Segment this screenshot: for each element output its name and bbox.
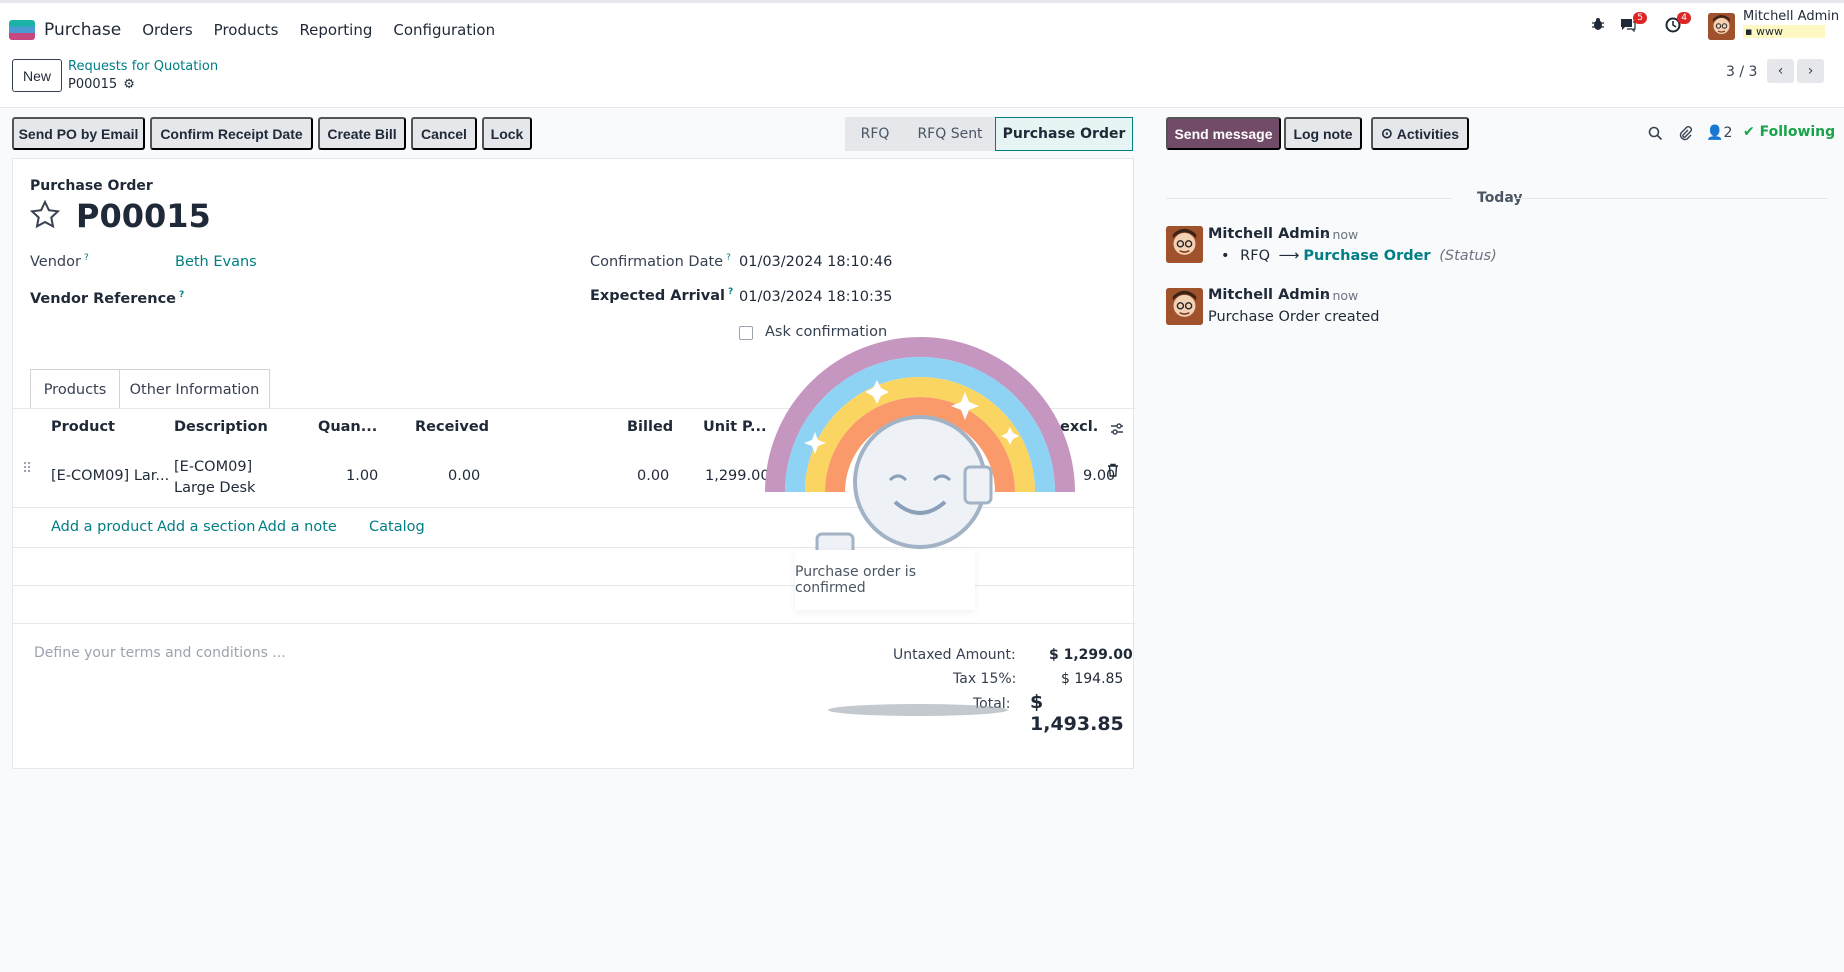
confirmation-date-field[interactable]: 01/03/2024 18:10:46 — [739, 254, 892, 270]
drag-handle-icon[interactable]: ⠿ — [22, 461, 32, 477]
gear-icon[interactable]: ⚙ — [123, 77, 135, 92]
terms-conditions-field[interactable]: Define your terms and conditions ... — [34, 645, 286, 661]
divider — [1166, 198, 1452, 199]
ask-confirmation-checkbox[interactable] — [739, 326, 753, 340]
avatar[interactable] — [1166, 288, 1203, 325]
doc-type-label: Purchase Order — [30, 178, 153, 194]
user-menu[interactable]: Mitchell Admin ▪ www — [1743, 9, 1839, 38]
line-received[interactable]: 0.00 — [448, 468, 480, 484]
line-billed[interactable]: 0.00 — [637, 468, 669, 484]
cancel-button[interactable]: Cancel — [411, 117, 477, 150]
activities-button[interactable]: ⊙ Activities — [1371, 117, 1469, 150]
avatar[interactable] — [1166, 226, 1203, 263]
breadcrumb-parent[interactable]: Requests for Quotation — [68, 59, 218, 74]
rainbow-effect[interactable]: Purchase order is confirmed — [765, 332, 1075, 632]
total-value: $ 1,493.85 — [1030, 691, 1124, 735]
user-icon: 👤 — [1706, 125, 1724, 141]
vendor-label: Vendor? — [30, 253, 89, 270]
pager-previous-button[interactable]: ‹ — [1767, 59, 1794, 83]
line-quantity[interactable]: 1.00 — [346, 468, 378, 484]
rainbow-icon — [765, 337, 1075, 549]
menu-products[interactable]: Products — [214, 21, 279, 39]
search-icon[interactable] — [1648, 126, 1663, 145]
following-button[interactable]: ✔ Following — [1743, 124, 1835, 140]
line-product[interactable]: [E-COM09] Lar... — [51, 468, 169, 484]
confirm-receipt-date-button[interactable]: Confirm Receipt Date — [150, 117, 313, 150]
tracking-value: • RFQ ⟶ Purchase Order (Status) — [1221, 248, 1497, 264]
favorite-star-icon[interactable] — [29, 199, 61, 235]
log-note-button[interactable]: Log note — [1284, 117, 1362, 150]
top-navbar: Purchase Orders Products Reporting Confi… — [0, 0, 1844, 56]
tax-value: $ 194.85 — [1061, 671, 1124, 687]
col-unit-price[interactable]: Unit P... — [703, 419, 767, 435]
menu-orders[interactable]: Orders — [142, 21, 192, 39]
message-author[interactable]: Mitchell Admin — [1208, 226, 1330, 242]
col-billed[interactable]: Billed — [627, 419, 673, 435]
control-panel: New Requests for Quotation P00015 ⚙ 3 / 3… — [0, 56, 1844, 108]
tab-products[interactable]: Products — [30, 369, 120, 409]
stage-rfq[interactable]: RFQ — [845, 117, 905, 151]
untaxed-amount-label: Untaxed Amount: — [893, 647, 1016, 663]
divider — [1516, 198, 1828, 199]
app-logo-icon[interactable] — [9, 19, 35, 40]
expected-arrival-label: Expected Arrival? — [590, 287, 734, 304]
col-received[interactable]: Received — [415, 419, 489, 435]
create-bill-button[interactable]: Create Bill — [318, 117, 406, 150]
line-description-name[interactable]: Large Desk — [174, 480, 255, 496]
tax-label: Tax 15%: — [953, 671, 1017, 687]
vendor-reference-field[interactable] — [175, 287, 555, 309]
rainbow-message: Purchase order is confirmed — [795, 550, 975, 610]
pager-value[interactable]: 3 / 3 — [1726, 64, 1757, 80]
message-author[interactable]: Mitchell Admin — [1208, 287, 1330, 303]
confirmation-date-label: Confirmation Date? — [590, 253, 731, 270]
message-time: - now — [1324, 288, 1359, 303]
app-name[interactable]: Purchase — [44, 20, 121, 40]
pager-next-button[interactable]: › — [1797, 59, 1824, 83]
line-description-code[interactable]: [E-COM09] — [174, 459, 252, 475]
check-icon: ✔ — [1743, 124, 1755, 140]
stage-rfq-sent[interactable]: RFQ Sent — [905, 117, 995, 151]
expected-arrival-field[interactable]: 01/03/2024 18:10:35 — [739, 289, 892, 305]
breadcrumb-current: P00015 ⚙ — [68, 77, 135, 92]
lock-button[interactable]: Lock — [482, 117, 532, 150]
clock-icon: ⊙ — [1381, 125, 1393, 141]
message-time: - now — [1324, 227, 1359, 242]
tab-other-information[interactable]: Other Information — [119, 369, 270, 409]
debug-bug-icon[interactable] — [1591, 17, 1605, 35]
messages-icon[interactable]: 5 — [1619, 12, 1647, 36]
catalog-link[interactable]: Catalog — [369, 519, 425, 535]
rainbow-shadow — [828, 704, 1008, 716]
add-product-link[interactable]: Add a product — [51, 519, 153, 535]
send-message-button[interactable]: Send message — [1166, 117, 1281, 150]
new-button[interactable]: New — [12, 59, 62, 92]
user-avatar[interactable] — [1708, 13, 1735, 40]
col-product[interactable]: Product — [51, 419, 115, 435]
line-unit-price[interactable]: 1,299.00 — [705, 468, 770, 484]
messages-badge: 5 — [1633, 12, 1647, 24]
stage-purchase-order[interactable]: Purchase Order — [995, 117, 1133, 151]
col-description[interactable]: Description — [174, 419, 268, 435]
menu-configuration[interactable]: Configuration — [393, 21, 495, 39]
record-name: P00015 — [76, 197, 211, 235]
activities-badge: 4 — [1677, 12, 1691, 24]
menu-reporting[interactable]: Reporting — [299, 21, 372, 39]
add-section-link[interactable]: Add a section — [157, 519, 255, 535]
vendor-reference-label: Vendor Reference? — [30, 290, 185, 307]
optional-columns-icon[interactable] — [1109, 421, 1125, 441]
user-name: Mitchell Admin — [1743, 9, 1840, 24]
trash-icon[interactable] — [1107, 463, 1119, 481]
untaxed-amount-value: $ 1,299.00 — [1049, 647, 1133, 663]
activities-clock-icon[interactable]: 4 — [1665, 12, 1691, 37]
send-po-email-button[interactable]: Send PO by Email — [12, 117, 145, 150]
add-note-link[interactable]: Add a note — [258, 519, 337, 535]
paperclip-icon[interactable] — [1677, 125, 1693, 145]
followers-button[interactable]: 👤2 — [1706, 125, 1732, 141]
vendor-field[interactable]: Beth Evans — [175, 254, 257, 270]
message-body: Purchase Order created — [1208, 309, 1380, 325]
db-name: ▪ www — [1743, 25, 1825, 38]
col-quantity[interactable]: Quan... — [318, 419, 377, 435]
